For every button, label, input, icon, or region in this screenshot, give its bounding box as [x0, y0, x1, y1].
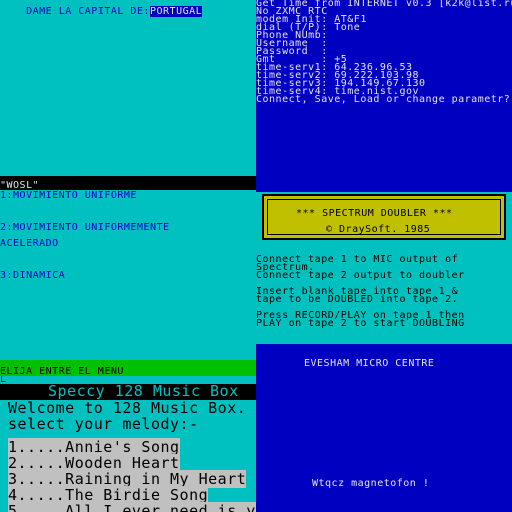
instruction-line-3: Connect tape 2 output to doubler [256, 270, 465, 281]
capital-prompt-text: DAME LA CAPITAL DE: [26, 6, 150, 17]
wosl-title-bar: "WOSL" [0, 176, 256, 190]
menu-prompt: ELIJA ENTRE EL MENU [0, 366, 124, 377]
welcome-line-1: Welcome to 128 Music Box. Now [8, 399, 256, 417]
instruction-line-5: tape to be DOUBLED into tape 2. [256, 294, 459, 305]
capital-prompt: DAME LA CAPITAL DE:PORTUGAL [0, 0, 203, 24]
doubler-title: *** SPECTRUM DOUBLER *** [296, 208, 453, 219]
action-prompt: Connect, Save, Load or change parametr? [256, 94, 511, 105]
doubler-copyright: © DraySoft. 1985 [326, 224, 431, 235]
menu-option-2[interactable]: 2:MOVIMIENTO UNIFORMEMENTE [0, 223, 170, 233]
song-option-3[interactable]: 3.....Raining in My Heart [8, 470, 247, 488]
menu-option-3[interactable]: 3:DINAMICA [0, 271, 65, 281]
internet-time-screen: Get Time from INTERNET v0.3 [k2k@list.ru… [256, 0, 512, 192]
instruction-line-7: PLAY on tape 2 to start DOUBLING [256, 318, 465, 329]
spectrum-doubler-screen: *** SPECTRUM DOUBLER *** © DraySoft. 198… [256, 192, 512, 344]
song-option-1[interactable]: 1.....Annie's Song [8, 438, 180, 456]
physics-menu-screen: 1:MOVIMIENTO UNIFORME 2:MOVIMIENTO UNIFO… [0, 190, 256, 360]
music-box-screen: L Speccy 128 Music Box Welcome to 128 Mu… [0, 376, 256, 512]
doubler-banner: *** SPECTRUM DOUBLER *** © DraySoft. 198… [262, 194, 506, 240]
menu-option-2-cont[interactable]: ACELERADO [0, 239, 59, 249]
song-option-4[interactable]: 4.....The Birdie Song [8, 486, 209, 504]
menu-option-1[interactable]: 1:MOVIMIENTO UNIFORME [0, 191, 137, 201]
input-cursor[interactable]: L [0, 376, 7, 385]
capital-answer: PORTUGAL [149, 6, 203, 17]
wosl-title: "WOSL" [0, 180, 40, 191]
evesham-screen: EVESHAM MICRO CENTRE Wtqcz magnetofon ! [256, 344, 512, 512]
capital-quiz-screen: DAME LA CAPITAL DE:PORTUGAL [0, 0, 256, 176]
song-option-2[interactable]: 2.....Wooden Heart [8, 454, 180, 472]
tape-message: Wtqcz magnetofon ! [312, 478, 430, 489]
evesham-header: EVESHAM MICRO CENTRE [304, 358, 435, 369]
music-box-title: Speccy 128 Music Box [48, 382, 239, 400]
welcome-line-2: select your melody:- [8, 415, 199, 433]
menu-prompt-bar: ELIJA ENTRE EL MENU [0, 360, 256, 376]
song-option-5[interactable]: 5.....All I ever need is you [8, 502, 256, 512]
song-option-5-label: 5.....All I ever need is you [8, 502, 256, 512]
music-box-title-bar: Speccy 128 Music Box [0, 384, 256, 400]
